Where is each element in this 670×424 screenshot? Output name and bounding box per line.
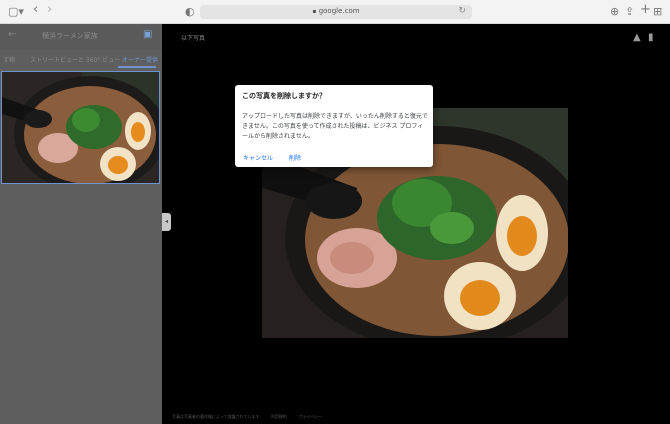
dialog-title: この写真を削除しますか？ — [242, 92, 326, 100]
new-tab-icon[interactable]: + — [640, 3, 651, 17]
tab-overview-icon[interactable]: ⊞ — [653, 5, 662, 19]
viewer-label: 以下写真 — [181, 35, 206, 42]
photos-panel: ← 横浜ラーメン家族 ▣ す物 ストリートビューと 360° ビュー オーナー提… — [0, 24, 162, 424]
share-icon[interactable]: ⇪ — [625, 5, 634, 19]
privacy-shield-icon[interactable]: ◐ — [185, 5, 195, 19]
url-text: ▪ google.com — [200, 7, 472, 15]
copyright-notice: 写真は写真者の著作権によって保護されています — [172, 414, 260, 419]
photo-tabs: す物 ストリートビューと 360° ビュー オーナー提供 — [0, 50, 162, 68]
panel-title: 横浜ラーメン家族 — [42, 32, 98, 40]
sidebar-icon[interactable]: ▢▾ — [8, 5, 24, 19]
delete-photo-dialog: この写真を削除しますか？ アップロードした写真は削除できますが、いったん削除する… — [235, 85, 433, 167]
address-bar[interactable]: ▪ google.com ↻ — [200, 5, 472, 19]
thumbs-up-icon[interactable]: ▲ — [633, 32, 641, 43]
tab-owner[interactable]: オーナー提供 — [122, 55, 158, 64]
tab-all[interactable]: す物 — [3, 55, 15, 64]
terms-link[interactable]: 利用規約 — [271, 414, 287, 419]
photo-thumbnail[interactable] — [1, 71, 160, 184]
active-tab-indicator — [118, 66, 156, 68]
panel-header: ← 横浜ラーメン家族 ▣ — [0, 24, 162, 50]
add-photo-icon[interactable]: ▣ — [143, 29, 152, 40]
back-arrow-icon[interactable]: ← — [8, 29, 16, 40]
privacy-link[interactable]: プライバシー — [298, 414, 322, 419]
tab-street-view[interactable]: ストリートビューと 360° ビュー — [30, 55, 120, 64]
back-icon[interactable]: ‹ — [33, 3, 38, 17]
forward-icon[interactable]: › — [47, 3, 52, 17]
dialog-body: アップロードした写真は削除できますが、いったん削除すると復元できません。この写真… — [242, 113, 428, 140]
collapse-panel-button[interactable]: ◂ — [162, 213, 171, 231]
trash-icon[interactable]: ▮ — [648, 32, 654, 43]
downloads-icon[interactable]: ⊕ — [610, 5, 619, 19]
lock-icon: ▪ — [312, 8, 317, 15]
browser-toolbar: ▢▾ ‹ › ◐ ▪ google.com ↻ ⊕ ⇪ + ⊞ — [0, 0, 670, 24]
ramen-thumbnail-image — [2, 72, 159, 183]
viewer-footer: 写真は写真者の著作権によって保護されています 利用規約 プライバシー — [172, 414, 332, 420]
reload-icon[interactable]: ↻ — [458, 6, 466, 16]
cancel-button[interactable]: キャンセル — [243, 153, 273, 162]
url-domain: google.com — [318, 7, 360, 15]
delete-button[interactable]: 削除 — [289, 153, 301, 162]
